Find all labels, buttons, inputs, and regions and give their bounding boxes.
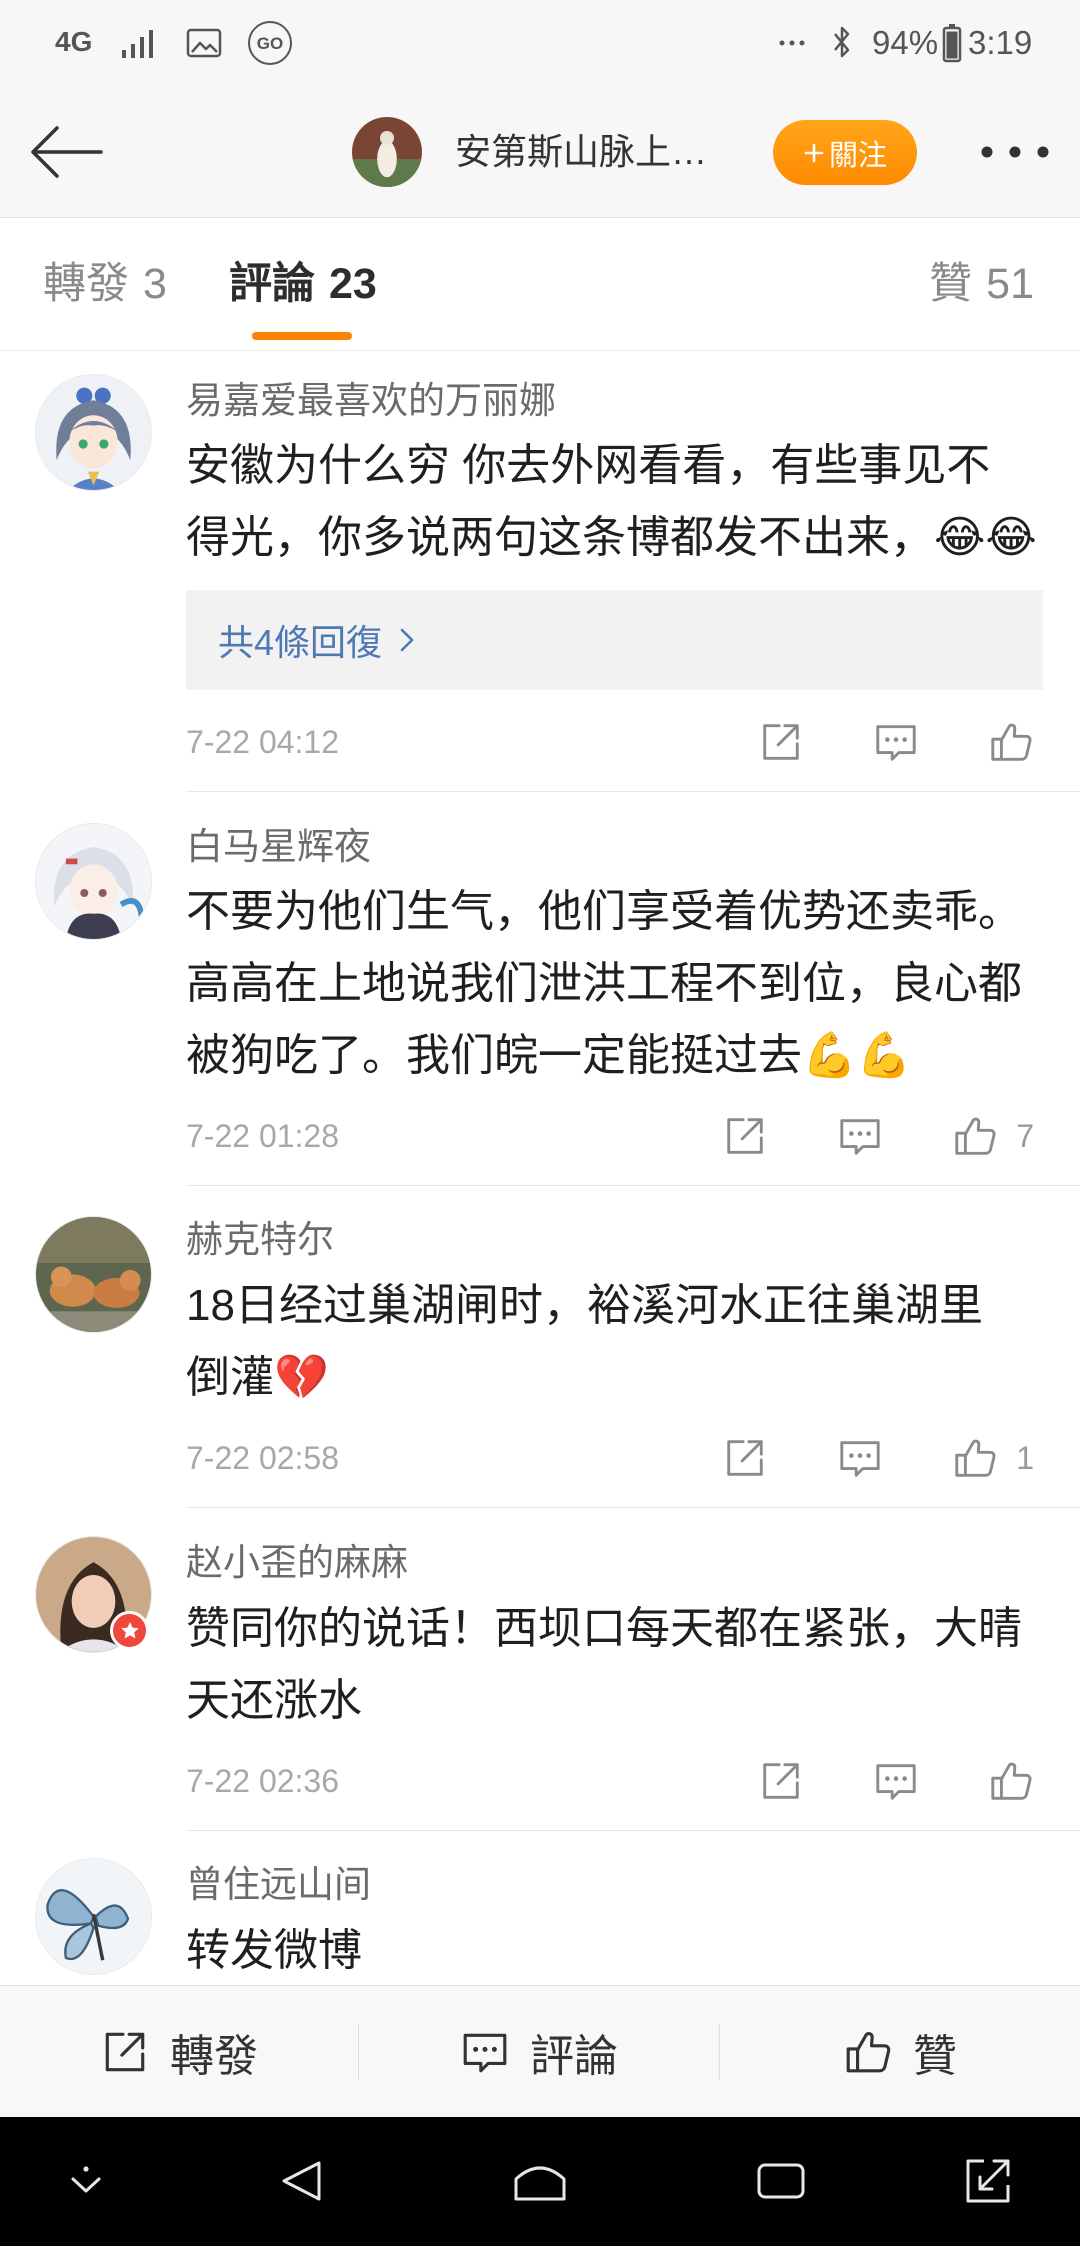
go-notification-icon: GO <box>248 21 292 65</box>
like-icon[interactable] <box>952 1113 998 1159</box>
battery-percent: 94% <box>872 24 939 61</box>
tab-reposts[interactable]: 轉發 3 <box>43 218 167 351</box>
comment-username[interactable]: 赫克特尔 <box>186 1218 334 1262</box>
repost-label: 轉發 <box>170 2031 258 2081</box>
author-avatar[interactable] <box>352 117 422 187</box>
nav-expand-icon[interactable] <box>964 2157 1012 2205</box>
comment-icon[interactable] <box>837 1113 883 1159</box>
comment-text: 赞同你的说话！西坝口每天都在紧张，大晴 天还涨水 <box>186 1604 1022 1725</box>
avatar[interactable] <box>36 1859 151 1974</box>
author-avatar-image <box>352 117 422 187</box>
share-icon[interactable] <box>722 1435 768 1481</box>
like-icon[interactable] <box>988 1758 1034 1804</box>
comment-actions <box>758 719 1034 765</box>
tab-count: 3 <box>143 260 167 308</box>
network-type-indicator: 4G <box>55 26 93 57</box>
battery-icon <box>942 24 962 63</box>
signal-strength-icon <box>122 30 153 58</box>
avatar-container <box>36 1537 151 1652</box>
comment-button[interactable]: 評論 <box>359 1986 719 2117</box>
system-navigation-bar <box>0 2117 1080 2246</box>
follow-button[interactable]: 關注 <box>773 120 917 185</box>
tab-label: 贊 <box>929 260 973 308</box>
comment-actions: 1 <box>722 1435 1034 1481</box>
go-notification-label: GO <box>256 33 284 53</box>
comment-timestamp: 7-22 02:58 <box>186 1440 340 1476</box>
like-count: 7 <box>1016 1118 1034 1154</box>
comment-actions: 7 <box>722 1113 1034 1159</box>
comment-timestamp: 7-22 01:28 <box>186 1118 340 1154</box>
post-action-bar: 轉發 評論 贊 <box>0 1985 1080 2117</box>
avatar-image <box>36 375 151 490</box>
comment-text: 18日经过巢湖闸时，裕溪河水正往巢湖里 倒灌💔 <box>186 1281 983 1402</box>
share-icon <box>100 2027 150 2077</box>
follow-button-label: 關注 <box>828 139 887 172</box>
comment-timestamp: 7-22 02:36 <box>186 1763 340 1799</box>
comment-text: 不要为他们生气，他们享受着优势还卖乖。 高高在上地说我们泄洪工程不到位，良心都 … <box>186 887 1022 1080</box>
like-icon <box>843 2027 893 2077</box>
tab-bar: 轉發 3 評論 23 贊 51 <box>0 218 1080 351</box>
share-icon[interactable] <box>758 719 804 765</box>
comment-text: 安徽为什么穷 你去外网看看，有些事见不 得光，你多说两句这条博都发不出来，😂😂 <box>186 441 1037 562</box>
comment-item: 易嘉爱最喜欢的万丽娜 安徽为什么穷 你去外网看看，有些事见不 得光，你多说两句这… <box>0 351 1080 792</box>
avatar-image <box>36 1217 151 1332</box>
more-options-icon[interactable] <box>980 145 1050 159</box>
avatar[interactable] <box>36 1217 151 1332</box>
comment-icon <box>460 2027 510 2077</box>
like-icon[interactable] <box>952 1435 998 1481</box>
nav-recents-icon[interactable] <box>755 2159 807 2203</box>
comment-username[interactable]: 曾住远山间 <box>186 1863 371 1907</box>
repost-button[interactable]: 轉發 <box>0 1986 358 2117</box>
avatar-image <box>36 1859 151 1974</box>
chevron-right-icon <box>400 628 414 652</box>
share-icon[interactable] <box>758 1758 804 1804</box>
tab-label: 轉發 <box>43 260 129 308</box>
like-count: 1 <box>1016 1440 1034 1476</box>
share-icon[interactable] <box>722 1113 768 1159</box>
like-button[interactable]: 贊 <box>720 1986 1080 2117</box>
tab-count: 51 <box>986 260 1034 308</box>
comment-username[interactable]: 赵小歪的麻麻 <box>186 1541 408 1585</box>
avatar[interactable] <box>36 375 151 490</box>
avatar-image <box>36 824 151 939</box>
comment-text: 转发微博 <box>186 1926 362 1975</box>
back-arrow-icon[interactable] <box>29 124 103 180</box>
comment-icon[interactable] <box>873 1758 919 1804</box>
nav-home-icon[interactable] <box>510 2157 570 2205</box>
view-replies-button[interactable]: 共4條回復 <box>186 590 1043 690</box>
view-replies-label: 共4條回復 <box>218 622 383 663</box>
comment-item: 白马星辉夜 不要为他们生气，他们享受着优势还卖乖。 高高在上地说我们泄洪工程不到… <box>0 792 1080 1186</box>
plus-icon <box>804 143 824 162</box>
comment-timestamp: 7-22 04:12 <box>186 724 340 760</box>
star-icon <box>120 1621 139 1638</box>
avatar[interactable] <box>36 824 151 939</box>
more-notifications-icon <box>779 40 805 46</box>
status-bar: 4G GO 94% 3:19 <box>0 0 1080 86</box>
tab-label: 評論 <box>229 260 315 308</box>
comment-item: 赫克特尔 18日经过巢湖闸时，裕溪河水正往巢湖里 倒灌💔 7-22 02:58 … <box>0 1186 1080 1508</box>
like-icon[interactable] <box>988 719 1034 765</box>
active-tab-indicator <box>252 332 352 340</box>
image-notification-icon <box>186 28 222 58</box>
tab-count: 23 <box>329 260 377 308</box>
verified-badge-icon <box>110 1611 149 1650</box>
comment-icon[interactable] <box>873 719 919 765</box>
bluetooth-icon <box>834 26 850 58</box>
comment-username[interactable]: 易嘉爱最喜欢的万丽娜 <box>186 379 556 423</box>
comment-item: 曾住远山间 转发微博 <box>0 1831 1080 1985</box>
comment-username[interactable]: 白马星辉夜 <box>186 825 371 869</box>
comment-label: 評論 <box>530 2031 618 2081</box>
tab-likes[interactable]: 贊 51 <box>929 218 1034 351</box>
comment-actions <box>758 1758 1034 1804</box>
clock: 3:19 <box>968 24 1033 61</box>
comment-item: 赵小歪的麻麻 赞同你的说话！西坝口每天都在紧张，大晴 天还涨水 7-22 02:… <box>0 1508 1080 1831</box>
nav-back-icon[interactable] <box>277 2157 325 2205</box>
like-label: 贊 <box>913 2031 957 2081</box>
comment-icon[interactable] <box>837 1435 883 1481</box>
author-name[interactable]: 安第斯山脉上… <box>455 86 707 218</box>
nav-collapse-icon[interactable] <box>66 2163 106 2199</box>
app-header: 安第斯山脉上… 關注 <box>0 86 1080 218</box>
